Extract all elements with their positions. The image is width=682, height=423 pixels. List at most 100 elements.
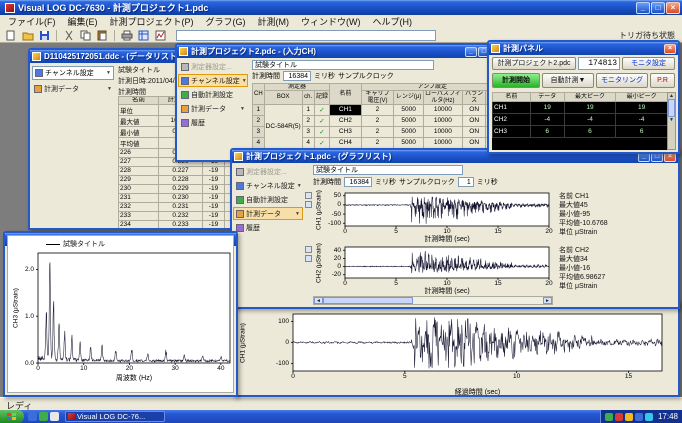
table-view-icon[interactable] (136, 29, 151, 42)
sidebar-item-auto-measure[interactable]: 自動計測設定 (233, 193, 303, 206)
start-button[interactable] (0, 410, 24, 423)
horizontal-scrollbar[interactable]: ◄ ► (313, 296, 553, 305)
selected-channel-cell: CH1 (330, 104, 361, 115)
panel-table-wrap: 名前 データ 最大ピーク 最小ピーク CH1 19 19 (492, 92, 668, 150)
col-data: データ (530, 93, 564, 102)
menu-item[interactable]: グラフ(G) (200, 15, 252, 28)
duration-value[interactable]: 16384 (344, 177, 372, 187)
sampleclock-label: サンプルクロック (338, 71, 394, 81)
chart-tool-icon[interactable] (305, 255, 312, 262)
new-file-icon[interactable] (3, 29, 18, 42)
hdr-chno: ch. (302, 91, 314, 105)
tray-icon[interactable] (635, 413, 643, 421)
duration-value[interactable]: 16384 (283, 71, 311, 81)
save-icon[interactable] (37, 29, 52, 42)
sidebar-item-device-settings[interactable]: 測定器設定... (233, 165, 303, 178)
info-label: 最大値 (559, 256, 580, 263)
screen: Visual LOG DC-7630 - 計測プロジェクト1.pdc _ □ ×… (0, 0, 682, 423)
table-row[interactable]: 234 0.233 -19 0 (119, 220, 243, 228)
scroll-right-icon[interactable]: ► (543, 297, 552, 304)
inputch-titlebar[interactable]: 計測プロジェクト2.pdc - (入力CH) _ □ × (177, 45, 505, 58)
menu-item[interactable]: ウィンドウ(W) (295, 15, 367, 28)
hdr-box: BOX (264, 91, 302, 105)
quicklaunch-icon[interactable] (28, 412, 37, 421)
chart-tool-icon[interactable] (305, 201, 312, 208)
table-row[interactable]: 232 0.231 -19 0 (119, 202, 243, 211)
tray-icon[interactable] (625, 413, 633, 421)
test-title-field[interactable]: 試験タイトル (252, 60, 434, 70)
paste-icon[interactable] (95, 29, 110, 42)
sampleclock-value[interactable]: 1 (458, 177, 474, 187)
scrollbar-thumb[interactable] (668, 99, 675, 117)
live-value-row[interactable]: CH3 6 6 6 (493, 126, 668, 138)
sidebar-item-channel-settings[interactable]: チャンネル設定▼ (178, 74, 248, 87)
tray-icon[interactable] (605, 413, 613, 421)
sidebar-item-history[interactable]: 履歴 (178, 116, 248, 129)
project-button[interactable]: 計測プロジェクト2.pdc (492, 57, 576, 70)
sidebar-item-measure-data[interactable]: 計測データ▼ (233, 207, 303, 220)
scroll-left-icon[interactable]: ◄ (314, 297, 323, 304)
sidebar-item-history[interactable]: 履歴 (233, 221, 303, 234)
menu-item[interactable]: 計測(M) (252, 15, 296, 28)
auto-measure-icon (236, 196, 244, 204)
pr-button[interactable]: P.R (650, 73, 675, 88)
hdr-balance: バランス (462, 91, 485, 105)
channel-table[interactable]: CH 測定器 名前 アンプ設定 BOX ch. 記録 キャリブ電圧(V) レンジ… (252, 83, 504, 149)
window-data-graph: グラフ1 [データグラフ] _ □ × 試験タイトル 0102030402.01… (3, 231, 238, 397)
sidebar-item-device-settings[interactable]: 測定器設定... (178, 60, 248, 73)
scroll-down-icon[interactable]: ▼ (668, 117, 675, 123)
cut-icon[interactable] (61, 29, 76, 42)
scrollbar-thumb[interactable] (323, 297, 413, 304)
quicklaunch-icon[interactable] (39, 412, 48, 421)
maximize-button[interactable]: □ (651, 2, 665, 14)
table-header-row: BOX ch. 記録 キャリブ電圧(V) レンジ(μ) ローパスフィルタ(Hz)… (253, 91, 504, 105)
table-row[interactable]: 228 0.227 -19 0 (119, 166, 243, 175)
monitor-settings-button[interactable]: モニタ設定 (622, 57, 675, 70)
monitoring-button[interactable]: モニタリング (596, 73, 648, 88)
measure-data-icon (236, 210, 244, 218)
test-title-field[interactable]: 試験タイトル (313, 165, 463, 175)
panel-titlebar[interactable]: 計測パネル × (489, 42, 678, 55)
live-values-table[interactable]: 名前 データ 最大ピーク 最小ピーク CH1 19 19 (492, 92, 668, 138)
live-value-row[interactable]: CH1 19 19 19 (493, 102, 668, 114)
channel-settings-dropdown[interactable]: チャンネル設定 ▼ (32, 66, 114, 80)
menu-item[interactable]: 編集(E) (62, 15, 104, 28)
sidebar-item-measure-data[interactable]: 計測データ▼ (178, 102, 248, 115)
table-row[interactable]: 233 0.232 -19 -1 (119, 211, 243, 220)
graph-view-icon[interactable] (153, 29, 168, 42)
close-button[interactable]: × (664, 44, 676, 54)
menu-item[interactable]: ファイル(F) (2, 15, 62, 28)
tray-icon[interactable] (615, 413, 623, 421)
close-button[interactable]: × (666, 2, 680, 14)
tray-icon[interactable] (645, 413, 653, 421)
live-value-row[interactable]: CH2 -4 -4 -4 (493, 114, 668, 126)
start-measure-button[interactable]: 計測開始 (492, 73, 540, 88)
minimize-button[interactable]: _ (636, 2, 650, 14)
hdr-rec: 記録 (314, 91, 330, 105)
info-value: -16 (580, 265, 590, 272)
table-row[interactable]: 229 0.228 -19 -1 (119, 175, 243, 184)
menu-item[interactable]: ヘルプ(H) (367, 15, 419, 28)
sidebar-item-auto-measure[interactable]: 自動計測設定 (178, 88, 248, 101)
toolbar-combo[interactable] (176, 30, 436, 41)
vertical-scrollbar[interactable]: ▲ ▼ (667, 92, 676, 150)
hdr-range: レンジ(μ) (394, 91, 423, 105)
chart-tool-icon[interactable] (305, 192, 312, 199)
chart-label: 経過時間 (sec) (433, 387, 523, 397)
scroll-up-icon[interactable]: ▲ (668, 93, 675, 99)
open-folder-icon[interactable] (20, 29, 35, 42)
table-row[interactable]: 231 0.230 -19 -1 (119, 193, 243, 202)
minimize-button[interactable]: _ (465, 47, 477, 57)
app-titlebar[interactable]: Visual LOG DC-7630 - 計測プロジェクト1.pdc _ □ × (0, 0, 682, 15)
channel-row[interactable]: 1 DC-584R(5) 1 ✓ CH1 2 5000 10000 ON 1 (253, 104, 504, 115)
copy-icon[interactable] (78, 29, 93, 42)
sidebar-item-channel-settings[interactable]: チャンネル設定▼ (233, 179, 303, 192)
table-row[interactable]: 230 0.229 -19 0 (119, 184, 243, 193)
quicklaunch-icon[interactable] (50, 412, 59, 421)
print-icon[interactable] (119, 29, 134, 42)
measure-data-button[interactable]: 計測データ ▼ (31, 82, 115, 95)
chart-tool-icon[interactable] (305, 246, 312, 253)
auto-measure-button[interactable]: 自動計測▼ (542, 73, 594, 88)
menu-item[interactable]: 計測プロジェクト(P) (104, 15, 200, 28)
taskbar-app-button[interactable]: Visual LOG DC-76... (65, 411, 165, 422)
